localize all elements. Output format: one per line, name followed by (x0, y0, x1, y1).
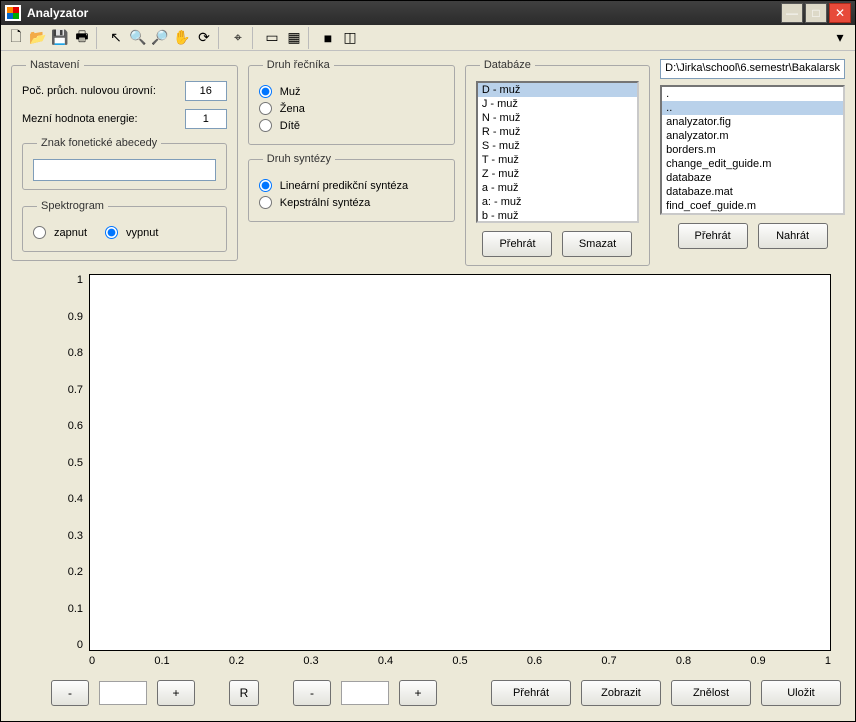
synthesis-option-1[interactable]: Kepstrální syntéza (259, 196, 444, 209)
separator (96, 27, 102, 49)
spectrogram-off-radio[interactable]: vypnut (105, 226, 158, 239)
legend-toggle-icon[interactable]: ▭ (261, 27, 283, 49)
voicing-button[interactable]: Znělost (671, 680, 751, 706)
x-axis: 00.10.20.30.40.50.60.70.80.91 (89, 655, 831, 667)
data-cursor-icon[interactable]: ⌖ (227, 27, 249, 49)
list-item[interactable]: borders.m (662, 143, 843, 157)
list-item[interactable]: change_edit_guide.m (662, 157, 843, 171)
bottom-controls: - + R - + Přehrát Zobrazit Znělost Uloži… (11, 667, 845, 711)
synthesis-legend: Druh syntézy (263, 153, 335, 165)
range2-minus-button[interactable]: - (293, 680, 331, 706)
save-button[interactable]: Uložit (761, 680, 841, 706)
speaker-legend: Druh řečníka (263, 59, 334, 71)
files-play-button[interactable]: Přehrát (678, 223, 748, 249)
print-icon[interactable]: 🖶 (71, 27, 93, 49)
maximize-button[interactable]: □ (805, 3, 827, 23)
minimize-button[interactable]: — (781, 3, 803, 23)
files-listbox[interactable]: ...analyzator.figanalyzator.mborders.mch… (660, 85, 845, 215)
spectrogram-off-label: vypnut (126, 227, 158, 239)
list-item[interactable]: Z - muž (478, 167, 637, 181)
range2-value-input[interactable] (341, 681, 389, 705)
list-item[interactable]: . (662, 87, 843, 101)
settings-legend: Nastavení (26, 59, 84, 71)
path-display: D:\Jirka\school\6.semestr\Bakalarsk (660, 59, 845, 79)
show-button[interactable]: Zobrazit (581, 680, 661, 706)
rotate-icon[interactable]: ⟳ (193, 27, 215, 49)
zero-crossings-label: Poč. průch. nulovou úrovní: (22, 85, 179, 97)
synthesis-panel: Druh syntézy Lineární predikční syntéza … (248, 153, 455, 222)
settings-panel: Nastavení Poč. průch. nulovou úrovní: Me… (11, 59, 238, 261)
phonetic-char-panel: Znak fonetické abecedy (22, 137, 227, 190)
list-item[interactable]: a - muž (478, 181, 637, 195)
speaker-option-2[interactable]: Dítě (259, 119, 444, 132)
list-item[interactable]: J - muž (478, 97, 637, 111)
plot-area: 10.90.80.70.60.50.40.30.20.10 00.10.20.3… (61, 274, 831, 667)
phonetic-char-legend: Znak fonetické abecedy (37, 137, 161, 149)
range1-plus-button[interactable]: + (157, 680, 195, 706)
new-file-icon[interactable]: 🗋 (5, 27, 27, 49)
separator (218, 27, 224, 49)
zoom-out-icon[interactable]: 🔎 (149, 27, 171, 49)
separator (308, 27, 314, 49)
range2-plus-button[interactable]: + (399, 680, 437, 706)
play-button[interactable]: Přehrát (491, 680, 571, 706)
synthesis-option-0[interactable]: Lineární predikční syntéza (259, 179, 444, 192)
app-icon (5, 5, 21, 21)
list-item[interactable]: find_coef_guide.m (662, 199, 843, 213)
list-item[interactable]: R - muž (478, 125, 637, 139)
list-item[interactable]: .. (662, 101, 843, 115)
reset-button[interactable]: R (229, 680, 259, 706)
database-panel: Databáze D - mužJ - mužN - mužR - mužS -… (465, 59, 650, 266)
database-delete-button[interactable]: Smazat (562, 231, 632, 257)
list-item[interactable]: D - muž (478, 83, 637, 97)
arrow-icon[interactable]: ↖ (105, 27, 127, 49)
list-item[interactable]: databaze (662, 171, 843, 185)
spectrogram-on-radio[interactable]: zapnut (33, 226, 87, 239)
close-button[interactable]: ✕ (829, 3, 851, 23)
list-item[interactable]: a: - muž (478, 195, 637, 209)
window-title: Analyzator (27, 6, 779, 20)
database-listbox[interactable]: D - mužJ - mužN - mužR - mužS - mužT - m… (476, 81, 639, 223)
speaker-option-1[interactable]: Žena (259, 102, 444, 115)
range1-value-input[interactable] (99, 681, 147, 705)
zoom-in-icon[interactable]: 🔍 (127, 27, 149, 49)
files-load-button[interactable]: Nahrát (758, 223, 828, 249)
energy-threshold-input[interactable] (185, 109, 227, 129)
y-axis: 10.90.80.70.60.50.40.30.20.10 (61, 274, 89, 651)
dock-icon[interactable]: ◫ (339, 27, 361, 49)
spectrogram-legend: Spektrogram (37, 200, 108, 212)
open-file-icon[interactable]: 📂 (27, 27, 49, 49)
colorbar-icon[interactable]: ▦ (283, 27, 305, 49)
list-item[interactable]: analyzator.fig (662, 115, 843, 129)
list-item[interactable]: N - muž (478, 111, 637, 125)
spectrogram-on-label: zapnut (54, 227, 87, 239)
list-item[interactable]: analyzator.m (662, 129, 843, 143)
stop-icon[interactable]: ■ (317, 27, 339, 49)
list-item[interactable]: T - muž (478, 153, 637, 167)
list-item[interactable]: databaze.mat (662, 185, 843, 199)
spectrogram-panel: Spektrogram zapnut vypnut (22, 200, 227, 252)
list-item[interactable]: S - muž (478, 139, 637, 153)
database-legend: Databáze (480, 59, 535, 71)
database-play-button[interactable]: Přehrát (482, 231, 552, 257)
menu-chevron-icon[interactable]: ▾ (829, 27, 851, 49)
plot-canvas[interactable] (89, 274, 831, 651)
phonetic-char-input[interactable] (33, 159, 216, 181)
pan-icon[interactable]: ✋ (171, 27, 193, 49)
range1-minus-button[interactable]: - (51, 680, 89, 706)
toolbar: 🗋 📂 💾 🖶 ↖ 🔍 🔎 ✋ ⟳ ⌖ ▭ ▦ ■ ◫ ▾ (1, 25, 855, 51)
save-icon[interactable]: 💾 (49, 27, 71, 49)
list-item[interactable]: b - muž (478, 209, 637, 223)
list-item[interactable]: find_pmarks.m (662, 213, 843, 215)
energy-threshold-label: Mezní hodnota energie: (22, 113, 179, 125)
separator (252, 27, 258, 49)
speaker-panel: Druh řečníka Muž Žena Dítě (248, 59, 455, 145)
speaker-option-0[interactable]: Muž (259, 85, 444, 98)
zero-crossings-input[interactable] (185, 81, 227, 101)
